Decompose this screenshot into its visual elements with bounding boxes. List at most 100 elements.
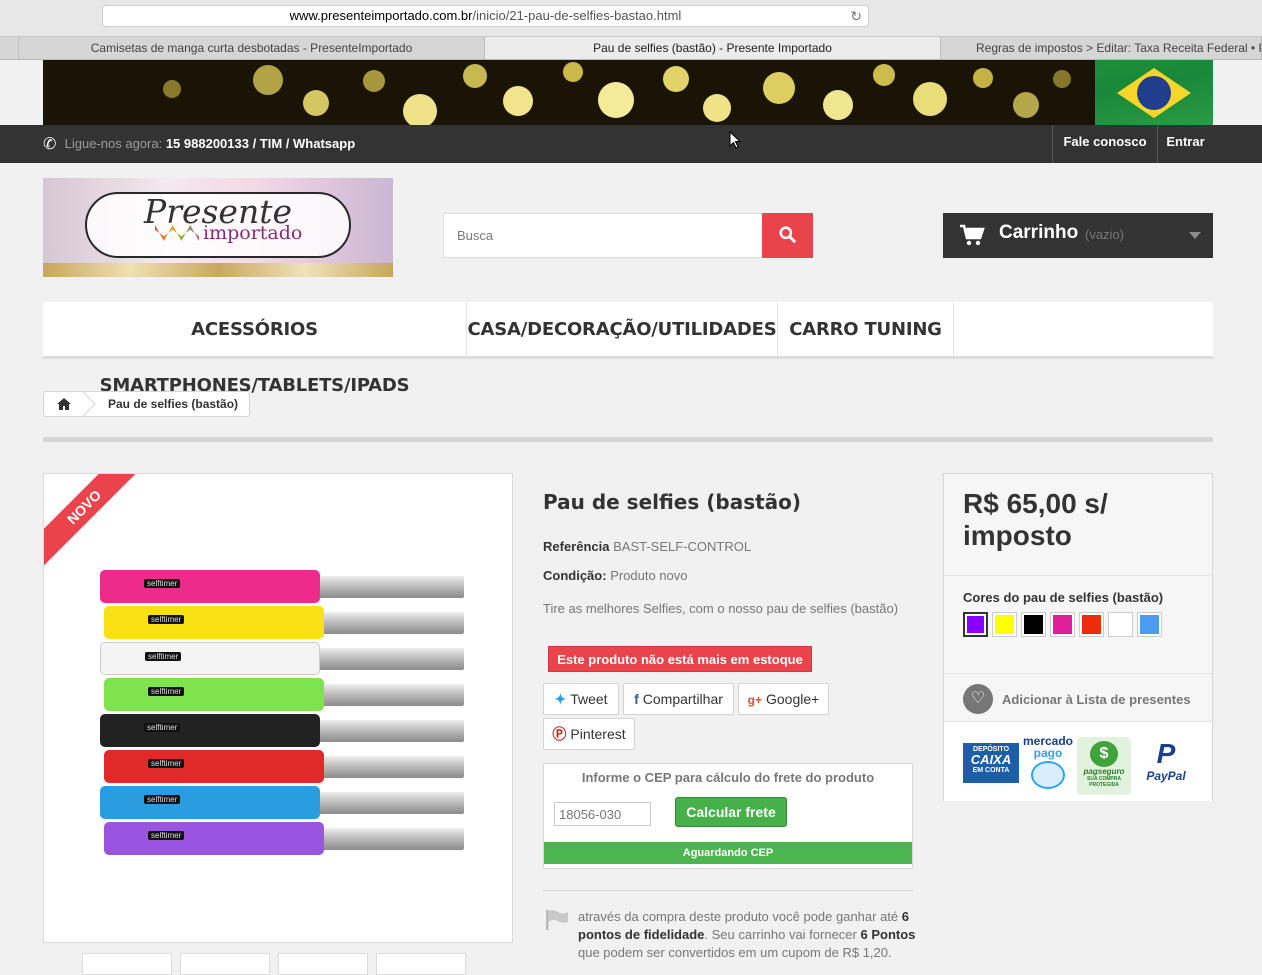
cart-button[interactable]: Carrinho (vazio) (943, 213, 1213, 258)
search-box (443, 213, 813, 258)
tweet-label: Tweet (570, 691, 608, 707)
shipping-status: Aguardando CEP (544, 842, 912, 864)
menu-item-accessories[interactable]: ACESSÓRIOS SMARTPHONES/TABLETS/IPADS (43, 302, 467, 396)
menu-item-home[interactable]: CASA/DECORAÇÃO/UTILIDADES (467, 302, 778, 356)
flag-icon (546, 910, 568, 930)
mouse-cursor-icon (729, 131, 741, 149)
stick-grip: selftimer (100, 714, 320, 747)
top-nav: ✆ Ligue-nos agora: 15 988200133 / TIM / … (0, 125, 1262, 163)
shipping-title: Informe o CEP para cálculo do frete do p… (581, 770, 875, 785)
new-badge: NOVO (44, 474, 143, 566)
color-swatch[interactable] (1021, 612, 1046, 637)
stick-shaft (314, 720, 464, 742)
phone-icon: ✆ (43, 135, 57, 153)
stick-shaft (314, 576, 464, 598)
grip-brand: selftimer (148, 687, 185, 696)
product-title: Pau de selfies (bastão) (543, 490, 802, 514)
cart-status: (vazio) (1085, 227, 1125, 242)
stick-grip: selftimer (104, 822, 324, 855)
color-swatch[interactable] (1137, 612, 1162, 637)
condition-value: Produto novo (610, 568, 688, 583)
grip-brand: selftimer (148, 831, 185, 840)
stick-grip: selftimer (104, 678, 324, 711)
paypal-logo: P PayPal (1146, 738, 1186, 784)
color-swatch[interactable] (1079, 612, 1104, 637)
tweet-button[interactable]: ✦ Tweet (543, 683, 619, 715)
contact-link[interactable]: Fale conosco (1052, 125, 1157, 163)
calculate-shipping-button[interactable]: Calcular frete (675, 797, 787, 827)
login-link[interactable]: Entrar (1157, 125, 1213, 163)
product-image[interactable]: NOVO selftimer selftimer selftimer selftime… (43, 473, 513, 943)
loyalty-points-2: 6 Pontos (860, 927, 916, 942)
stick-grip: selftimer (104, 750, 324, 783)
browser-toolbar: www.presenteimportado.com.br/inicio/21-p… (0, 0, 1262, 37)
grip-brand: selftimer (145, 652, 182, 661)
main-menu: ACESSÓRIOS SMARTPHONES/TABLETS/IPADS CAS… (43, 302, 1213, 396)
facebook-icon: f (634, 691, 639, 707)
breadcrumb-current: Pau de selfies (bastão) (108, 397, 239, 411)
address-bar[interactable]: www.presenteimportado.com.br/inicio/21-p… (102, 5, 869, 27)
color-swatch[interactable] (1108, 612, 1133, 637)
facebook-share-button[interactable]: f Compartilhar (623, 683, 734, 715)
color-swatch[interactable] (963, 612, 988, 637)
twitter-icon: ✦ (554, 691, 567, 707)
menu-item-car[interactable]: CARRO TUNING (778, 302, 954, 356)
stick-shaft (314, 612, 464, 634)
browser-tab[interactable]: Camisetas de manga curta desbotadas - Pr… (18, 37, 485, 59)
reference-label: Referência (543, 539, 610, 554)
divider (543, 890, 913, 891)
stick-shaft (314, 792, 464, 814)
product-condition: Condição: Produto novo (543, 568, 688, 583)
condition-label: Condição: (543, 568, 607, 583)
google-label: Google+ (766, 691, 820, 707)
stick-shaft (314, 648, 464, 670)
loyalty-text: através da compra deste produto você pod… (578, 908, 918, 962)
stick-shaft (314, 828, 464, 850)
wishlist-button[interactable]: ♡ Adicionar à Lista de presentes (944, 674, 1212, 722)
mercadopago-logo: mercado pago (1020, 735, 1076, 793)
color-swatch[interactable] (992, 612, 1017, 637)
url-path: /inicio/21-pau-de-selfies-bastao.html (472, 8, 682, 23)
cep-input[interactable] (554, 802, 651, 826)
site-logo[interactable]: Presente importado (43, 178, 393, 277)
price-box: R$ 65,00 s/ imposto Cores do pau de self… (943, 473, 1213, 801)
product-reference: Referência BAST-SELF-CONTROL (543, 539, 751, 554)
grip-brand: selftimer (148, 615, 185, 624)
facebook-label: Compartilhar (642, 691, 723, 707)
thumbnail[interactable] (278, 953, 368, 975)
chevron-down-icon (1189, 232, 1201, 239)
search-button[interactable] (762, 213, 813, 258)
divider (43, 437, 1213, 442)
grip-brand: selftimer (144, 795, 181, 804)
pinterest-button[interactable]: Ⓟ Pinterest (543, 718, 635, 750)
home-icon[interactable] (44, 392, 84, 416)
wishlist-label: Adicionar à Lista de presentes (1002, 692, 1191, 707)
pinterest-icon: Ⓟ (552, 726, 567, 742)
browser-tab-active[interactable]: Pau de selfies (bastão) - Presente Impor… (485, 37, 941, 59)
breadcrumb: Pau de selfies (bastão) (43, 391, 250, 417)
grip-brand: selftimer (144, 723, 181, 732)
url-domain: www.presenteimportado.com.br (289, 8, 473, 23)
cart-icon (960, 224, 985, 246)
thumbnail[interactable] (376, 953, 466, 975)
search-input[interactable] (444, 214, 764, 257)
google-plus-button[interactable]: g+ Google+ (738, 683, 829, 715)
stick-grip: selftimer (100, 570, 320, 603)
brazil-flag-icon (1095, 60, 1213, 125)
pinterest-label: Pinterest (570, 726, 626, 742)
browser-tab[interactable]: Regras de impostos > Editar: Taxa Receit… (941, 37, 1262, 59)
reload-icon[interactable]: ↻ (850, 6, 862, 26)
pagseguro-logo: $ pagseguro SUA COMPRA PROTEGIDA (1077, 737, 1131, 795)
thumbnail[interactable] (82, 953, 172, 975)
caixa-logo: DEPÓSITO CAIXA EM CONTA (963, 743, 1019, 783)
stick-grip: selftimer (100, 786, 320, 819)
stick-shaft (314, 756, 464, 778)
payment-methods: DEPÓSITO CAIXA EM CONTA mercado pago $ p… (944, 723, 1212, 801)
product-description: Tire as melhores Selfies, com o nosso pa… (543, 601, 899, 616)
product-price: R$ 65,00 s/ imposto (963, 488, 1108, 551)
thumbnail[interactable] (180, 953, 270, 975)
stick-grip: selftimer (104, 606, 324, 639)
google-plus-icon: g+ (747, 693, 762, 707)
cart-label: Carrinho (999, 222, 1079, 243)
color-swatch[interactable] (1050, 612, 1075, 637)
